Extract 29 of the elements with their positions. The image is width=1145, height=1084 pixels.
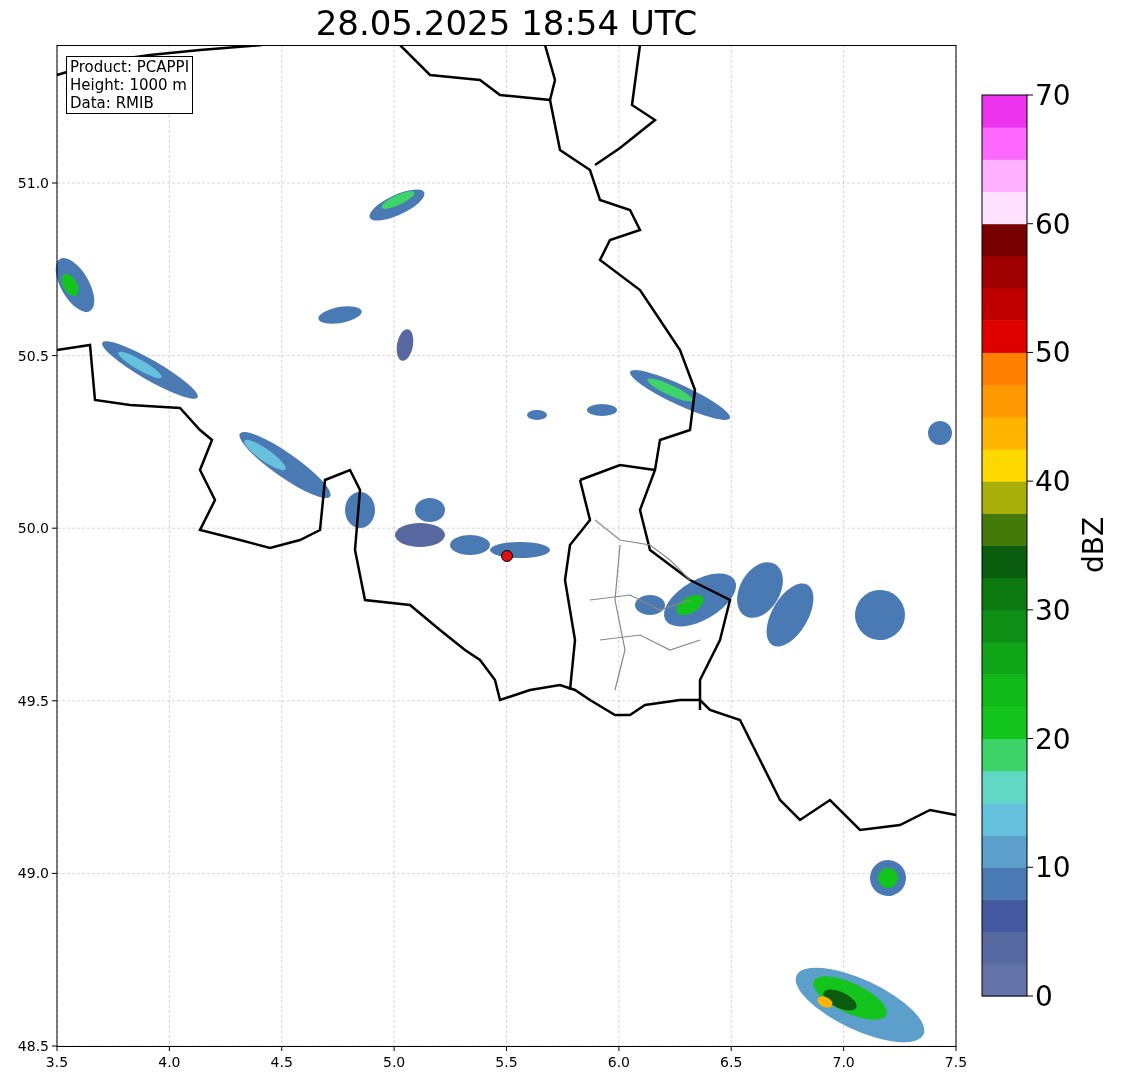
colorbar-tick-label: 10 [1035,851,1071,885]
info-text: Product: PCAPPI [70,58,190,76]
chart-title: 28.05.2025 18:54 UTC [315,5,698,40]
x-tick-label: 6.0 [607,1054,630,1070]
y-tick-label: 48.5 [17,1038,49,1054]
y-tick-label: 49.5 [17,692,49,709]
colorbar-tick-label: 20 [1035,722,1071,756]
colorbar-tick-label: 40 [1035,465,1071,499]
x-tick-label: 7.5 [944,1054,968,1070]
colorbar-tick-label: 70 [1035,80,1071,112]
radar-site-marker [501,550,513,562]
x-tick-label: 4.0 [158,1054,181,1070]
x-tick-label: 5.0 [383,1054,406,1070]
x-tick-label: 4.5 [270,1054,293,1070]
info-text: Height: 1000 m [70,76,188,94]
y-tick-label: 49.0 [17,865,49,882]
colorbar-tick-label: 0 [1035,980,1053,1013]
x-tick-label: 7.0 [832,1054,855,1070]
x-tick-label: 5.5 [495,1054,518,1070]
y-tick-label: 51.0 [17,175,49,191]
y-tick-label: 50.0 [17,520,49,537]
x-tick-label: 3.5 [45,1054,69,1070]
colorbar-tick-label: 60 [1035,207,1071,241]
colorbar-label: dBZ [1077,516,1110,574]
colorbar-tick-label: 30 [1035,593,1071,627]
y-tick-label: 50.5 [17,347,49,364]
colorbar-tick-label: 50 [1035,336,1071,370]
info-text: Data: RMIB [70,94,155,112]
x-tick-label: 6.5 [720,1054,743,1070]
